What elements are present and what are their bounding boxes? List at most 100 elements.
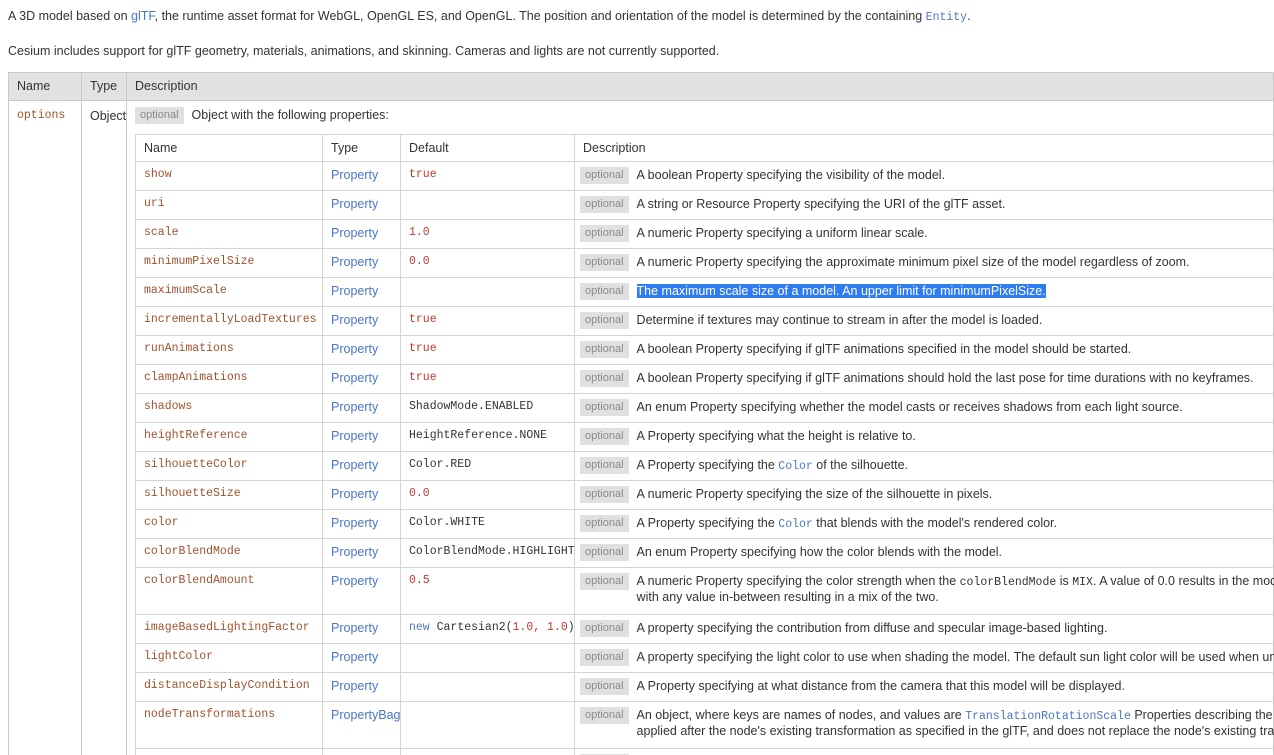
property-description-text: A boolean Property specifying the visibi… xyxy=(636,168,946,182)
property-name-cell: show xyxy=(135,161,323,191)
property-row: colorBlendMode Property ColorBlendMode.HIG… xyxy=(135,538,1274,568)
property-type-cell[interactable]: PropertyBag xyxy=(322,748,401,755)
property-row: incrementallyLoadTextures Property true opt… xyxy=(135,306,1274,336)
description-layout: optional The maximum scale size of a mode… xyxy=(575,283,1274,300)
description-layout: optional A numeric Property specifying th… xyxy=(575,486,1274,503)
description-layout: optional A boolean Property specifying if… xyxy=(575,341,1274,358)
property-type-cell[interactable]: Property xyxy=(322,451,401,481)
property-description-text: A boolean Property specifying if glTF an… xyxy=(636,371,1254,385)
property-name-cell: nodeTransformations xyxy=(135,701,323,749)
property-name-cell: lightColor xyxy=(135,643,323,673)
property-row: silhouetteColor Property Color.RED optional… xyxy=(135,451,1274,481)
description-layout: optional A string or Resource Property sp… xyxy=(575,196,1274,213)
description-layout: optional A property specifying the light … xyxy=(575,649,1274,666)
property-type-cell[interactable]: Property xyxy=(322,567,401,615)
optional-badge: optional xyxy=(580,167,629,184)
property-default-cell: 0.0 xyxy=(400,248,575,278)
inner-header-description: Description xyxy=(574,134,1274,162)
description-layout: optional A numeric Property specifying th… xyxy=(575,254,1274,271)
property-name-cell: uri xyxy=(135,190,323,220)
intro-text-1c: . xyxy=(967,9,971,23)
property-name-cell: incrementallyLoadTextures xyxy=(135,306,323,336)
property-type-cell[interactable]: Property xyxy=(322,393,401,423)
property-row: color Property Color.WHITE optional A Proper… xyxy=(135,509,1274,539)
property-row: minimumPixelSize Property 0.0 optional A num… xyxy=(135,248,1274,278)
property-row: shadows Property ShadowMode.ENABLED optiona… xyxy=(135,393,1274,423)
optional-badge: optional xyxy=(580,341,629,358)
property-description-cell: optional A property specifying the light … xyxy=(574,643,1274,673)
property-description-text: A Property specifying the Color of the s… xyxy=(637,457,908,474)
property-row: silhouetteSize Property 0.0 optional A numer… xyxy=(135,480,1274,510)
optional-badge: optional xyxy=(580,370,629,387)
description-fragment: A Property specifying the xyxy=(636,458,779,472)
options-description-header: optional Object with the following prope… xyxy=(127,107,1273,124)
property-description-cell: optional A numeric Property specifying th… xyxy=(574,480,1274,510)
description-layout: optional A Property specifying the Color … xyxy=(575,515,1274,532)
property-description-text: A numeric Property specifying a uniform … xyxy=(636,226,928,240)
property-type-cell[interactable]: Property xyxy=(322,277,401,307)
outer-table-row-options: options Object optional Object with the … xyxy=(8,100,1274,755)
intro-paragraph-2: Cesium includes support for glTF geometr… xyxy=(8,44,720,58)
description-fragment: is xyxy=(1056,574,1073,588)
optional-badge: optional xyxy=(580,515,629,532)
property-description-text: A Property specifying what the height is… xyxy=(636,429,916,443)
optional-badge: optional xyxy=(580,707,629,724)
property-type-cell[interactable]: Property xyxy=(322,614,401,644)
entity-link[interactable]: Entity xyxy=(926,11,967,24)
property-row: imageBasedLightingFactor Property new Cart… xyxy=(135,614,1274,644)
property-description-text: A boolean Property specifying if glTF an… xyxy=(636,342,1132,356)
property-name-cell: color xyxy=(135,509,323,539)
property-type-cell[interactable]: Property xyxy=(322,190,401,220)
property-row: articulationsPropertyBag optionalAn objec… xyxy=(135,748,1274,755)
optional-badge: optional xyxy=(580,486,629,503)
outer-cell-description: optional Object with the following prope… xyxy=(126,100,1274,755)
optional-badge: optional xyxy=(580,283,629,300)
property-description-cell: optional An enum Property specifying how … xyxy=(574,538,1274,568)
property-name-cell: shadows xyxy=(135,393,323,423)
property-row: colorBlendAmount Property 0.5 optional A num… xyxy=(135,567,1274,615)
property-description-text: An enum Property specifying whether the … xyxy=(636,400,1183,414)
property-name-cell: maximumScale xyxy=(135,277,323,307)
property-description-text: An enum Property specifying how the colo… xyxy=(636,545,1003,559)
property-type-cell[interactable]: Property xyxy=(322,364,401,394)
optional-badge: optional xyxy=(580,573,629,590)
property-description-cell: optionalAn object, where keys are compos… xyxy=(574,748,1274,755)
property-type-cell[interactable]: Property xyxy=(322,480,401,510)
property-name-cell: clampAnimations xyxy=(135,364,323,394)
code-literal: colorBlendMode xyxy=(959,576,1057,589)
description-fragment: that blends with the model's rendered co… xyxy=(812,516,1058,530)
property-description-cell: optional A boolean Property specifying if… xyxy=(574,364,1274,394)
property-type-cell[interactable]: Property xyxy=(322,509,401,539)
description-layout: optional An enum Property specifying whet… xyxy=(575,399,1274,416)
property-row: show Property true optional A boolean Proper… xyxy=(135,161,1274,191)
optional-badge: optional xyxy=(580,678,629,695)
property-description-text: A property specifying the light color to… xyxy=(636,650,1274,664)
property-type-cell[interactable]: Property xyxy=(322,219,401,249)
property-name-cell: articulations xyxy=(135,748,323,755)
property-name-cell: runAnimations xyxy=(135,335,323,365)
code-reference-link[interactable]: Color xyxy=(778,518,813,531)
property-type-cell[interactable]: Property xyxy=(322,161,401,191)
gltf-link[interactable]: glTF xyxy=(131,9,155,23)
property-type-cell[interactable]: Property xyxy=(322,335,401,365)
optional-badge: optional xyxy=(580,254,629,271)
property-description-cell: optional A Property specifying what the h… xyxy=(574,422,1274,452)
property-type-cell[interactable]: Property xyxy=(322,422,401,452)
property-row: maximumScale Property optional The maximum … xyxy=(135,277,1274,307)
property-type-cell[interactable]: Property xyxy=(322,306,401,336)
property-description-cell: optional An object, where keys are names … xyxy=(574,701,1274,749)
optional-badge: optional xyxy=(580,457,629,474)
documentation-page: A 3D model based on glTF, the runtime as… xyxy=(0,0,1274,755)
options-table: Name Type Description options Object opt… xyxy=(8,72,1274,755)
property-type-cell[interactable]: Property xyxy=(322,643,401,673)
property-description-text: A Property specifying at what distance f… xyxy=(636,679,1125,693)
property-type-cell[interactable]: PropertyBag xyxy=(322,701,401,749)
code-reference-link[interactable]: TranslationRotationScale xyxy=(965,710,1131,723)
property-type-cell[interactable]: Property xyxy=(322,248,401,278)
property-row: nodeTransformations PropertyBag optional An… xyxy=(135,701,1274,749)
code-reference-link[interactable]: Color xyxy=(778,460,813,473)
property-type-cell[interactable]: Property xyxy=(322,672,401,702)
property-type-cell[interactable]: Property xyxy=(322,538,401,568)
selected-text[interactable]: The maximum scale size of a model. An up… xyxy=(636,284,1046,298)
description-fragment: A Property specifying the xyxy=(636,516,779,530)
